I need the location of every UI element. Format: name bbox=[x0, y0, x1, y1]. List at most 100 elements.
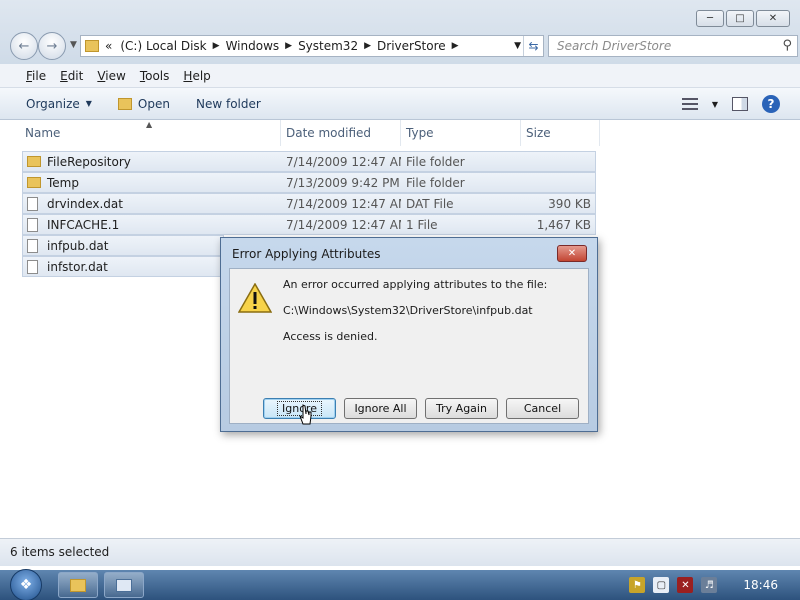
breadcrumb-system32[interactable]: System32 bbox=[298, 39, 358, 53]
refresh-icon[interactable]: ⇆ bbox=[523, 36, 543, 56]
device-icon[interactable]: ▢ bbox=[653, 577, 670, 593]
item-name-text: infpub.dat bbox=[47, 238, 109, 253]
item-type: 1 File bbox=[406, 217, 438, 232]
file-icon bbox=[27, 196, 38, 211]
help-icon[interactable]: ? bbox=[762, 95, 780, 113]
dialog-body: An error occurred applying attributes to… bbox=[229, 268, 589, 424]
change-view-icon[interactable] bbox=[681, 98, 698, 110]
breadcrumb-local-disk[interactable]: (C:) Local Disk bbox=[120, 39, 206, 53]
window-icon bbox=[116, 578, 132, 592]
column-name[interactable]: ▲ Name bbox=[20, 120, 281, 146]
chevron-right-icon[interactable]: ▶ bbox=[452, 41, 459, 51]
status-text: 6 items selected bbox=[10, 545, 110, 559]
breadcrumb-overflow[interactable]: « bbox=[105, 39, 112, 53]
network-icon[interactable]: ✕ bbox=[677, 577, 694, 593]
chevron-down-icon: ▼ bbox=[85, 99, 92, 108]
close-icon[interactable]: ✕ bbox=[557, 245, 587, 262]
list-item[interactable]: FileRepository 7/14/2009 12:47 AM File f… bbox=[22, 151, 596, 172]
item-type: File folder bbox=[406, 175, 465, 190]
item-type: File folder bbox=[406, 154, 465, 169]
ignore-all-button[interactable]: Ignore All bbox=[344, 398, 417, 419]
taskbar-explorer-button[interactable] bbox=[58, 572, 98, 598]
item-date: 7/13/2009 9:42 PM bbox=[286, 175, 400, 190]
caption-buttons: ─ □ ✕ bbox=[696, 10, 790, 27]
menu-help[interactable]: Help bbox=[183, 69, 210, 83]
open-button[interactable]: Open bbox=[117, 96, 170, 111]
column-type-label: Type bbox=[406, 126, 434, 140]
navigation-bar: ← → ▼ « (C:) Local Disk ▶ Windows ▶ Syst… bbox=[8, 32, 798, 60]
folder-icon bbox=[27, 156, 41, 167]
system-tray: ⚑ ▢ ✕ ♬ 18:46 bbox=[629, 570, 800, 600]
start-button[interactable]: ❖ bbox=[6, 569, 46, 600]
breadcrumb: (C:) Local Disk ▶ Windows ▶ System32 ▶ D… bbox=[120, 39, 464, 53]
cancel-button[interactable]: Cancel bbox=[506, 398, 579, 419]
column-date[interactable]: Date modified bbox=[281, 120, 401, 146]
column-type[interactable]: Type bbox=[401, 120, 521, 146]
item-name: drvindex.dat bbox=[23, 196, 281, 211]
column-size-label: Size bbox=[526, 126, 551, 140]
new-folder-label: New folder bbox=[195, 96, 261, 111]
item-name-text: drvindex.dat bbox=[47, 196, 123, 211]
item-type: DAT File bbox=[406, 196, 454, 211]
item-name: infstor.dat bbox=[23, 259, 223, 274]
dialog-title: Error Applying Attributes bbox=[232, 247, 381, 261]
item-name-text: INFCACHE.1 bbox=[47, 217, 120, 232]
item-name-text: FileRepository bbox=[47, 154, 131, 169]
item-name: Temp bbox=[23, 176, 281, 190]
preview-pane-icon[interactable] bbox=[732, 97, 748, 111]
windows-logo-icon: ❖ bbox=[10, 569, 42, 600]
views-dropdown-icon[interactable]: ▼ bbox=[712, 100, 718, 109]
chevron-right-icon[interactable]: ▶ bbox=[213, 41, 220, 51]
menu-view[interactable]: View bbox=[97, 69, 125, 83]
sort-ascending-icon: ▲ bbox=[146, 120, 153, 129]
search-icon[interactable]: ⚲ bbox=[782, 38, 792, 53]
column-name-label: Name bbox=[25, 126, 61, 140]
item-name-text: infstor.dat bbox=[47, 259, 108, 274]
breadcrumb-windows[interactable]: Windows bbox=[226, 39, 280, 53]
status-bar: 6 items selected bbox=[0, 538, 800, 566]
chevron-right-icon[interactable]: ▶ bbox=[285, 41, 292, 51]
file-icon bbox=[27, 217, 38, 232]
new-folder-button[interactable]: New folder bbox=[196, 97, 261, 111]
menu-bar: File Edit View Tools Help bbox=[0, 64, 800, 88]
taskbar-dialog-button[interactable] bbox=[104, 572, 144, 598]
organize-button[interactable]: Organize ▼ bbox=[26, 97, 92, 111]
column-date-label: Date modified bbox=[286, 126, 372, 140]
list-item[interactable]: infpub.dat bbox=[22, 235, 224, 256]
list-item[interactable]: drvindex.dat 7/14/2009 12:47 AM DAT File… bbox=[22, 193, 596, 214]
column-size[interactable]: Size bbox=[521, 120, 600, 146]
menu-edit[interactable]: Edit bbox=[60, 69, 83, 83]
menu-tools[interactable]: Tools bbox=[140, 69, 170, 83]
try-again-button[interactable]: Try Again bbox=[425, 398, 498, 419]
back-icon[interactable]: ← bbox=[10, 32, 38, 60]
command-bar: Organize ▼ Open New folder ▼ ? bbox=[0, 88, 800, 120]
volume-muted-icon[interactable]: ♬ bbox=[701, 577, 718, 593]
minimize-icon[interactable]: ─ bbox=[696, 10, 724, 27]
forward-icon[interactable]: → bbox=[38, 32, 66, 60]
chevron-right-icon[interactable]: ▶ bbox=[364, 41, 371, 51]
list-item[interactable]: infstor.dat bbox=[22, 256, 224, 277]
address-dropdown-icon[interactable]: ▼ bbox=[514, 41, 521, 51]
window-frame: ─ □ ✕ ← → ▼ « (C:) Local Disk ▶ Windows … bbox=[0, 0, 800, 64]
item-name: INFCACHE.1 bbox=[23, 217, 281, 232]
menu-file[interactable]: File bbox=[26, 69, 46, 83]
action-center-icon[interactable]: ⚑ bbox=[629, 577, 646, 593]
dialog-message: An error occurred applying attributes to… bbox=[283, 278, 548, 291]
open-label: Open bbox=[137, 96, 170, 111]
list-item[interactable]: INFCACHE.1 7/14/2009 12:47 AM 1 File 1,4… bbox=[22, 214, 596, 235]
item-name: FileRepository bbox=[23, 155, 281, 169]
clock[interactable]: 18:46 bbox=[743, 578, 778, 592]
recent-pages-dropdown-icon[interactable]: ▼ bbox=[70, 40, 77, 50]
address-bar[interactable]: « (C:) Local Disk ▶ Windows ▶ System32 ▶… bbox=[80, 35, 544, 57]
toolbar-right: ▼ ? bbox=[681, 95, 780, 113]
taskbar: ❖ ⚑ ▢ ✕ ♬ 18:46 bbox=[0, 569, 800, 600]
close-icon[interactable]: ✕ bbox=[756, 10, 790, 27]
list-item[interactable]: Temp 7/13/2009 9:42 PM File folder bbox=[22, 172, 596, 193]
search-input[interactable]: Search DriverStore ⚲ bbox=[548, 35, 798, 57]
open-folder-icon bbox=[117, 97, 132, 110]
maximize-icon[interactable]: □ bbox=[726, 10, 754, 27]
item-date: 7/14/2009 12:47 AM bbox=[286, 217, 401, 232]
breadcrumb-driverstore[interactable]: DriverStore bbox=[377, 39, 446, 53]
item-size: 1,467 KB bbox=[536, 217, 591, 232]
error-dialog: Error Applying Attributes ✕ An error occ… bbox=[220, 237, 598, 432]
